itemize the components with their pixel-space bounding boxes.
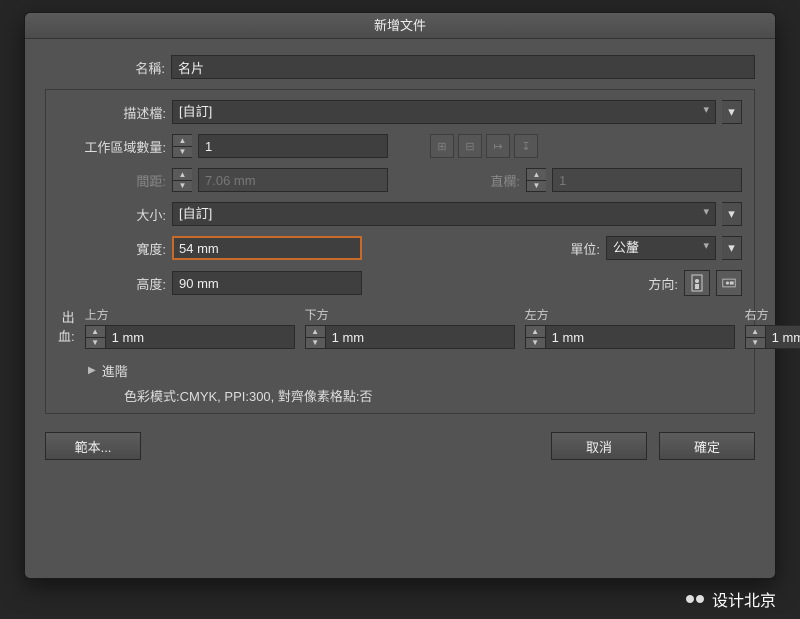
bleed-top-input[interactable] [105,325,295,349]
bleed-bottom-label: 下方 [305,306,515,323]
artboards-input[interactable] [198,134,388,158]
wechat-icon [686,595,704,603]
name-label: 名稱: [45,58,165,77]
advanced-summary: 色彩模式:CMYK, PPI:300, 對齊像素格點:否 [124,386,742,405]
bleed-bottom-stepper[interactable]: ▲▼ [305,325,325,349]
size-value: [自訂] [179,206,212,221]
bleed-right-label: 右方 [745,306,800,323]
portrait-icon [690,274,704,292]
profile-value: [自訂] [179,104,212,119]
dialog-content: 名稱: 描述檔: [自訂] ▾ 工作區域數量: ▲▼ ⊞ ⊟ [25,39,775,472]
orientation-portrait-button[interactable] [684,270,710,296]
spacing-label: 間距: [58,171,166,190]
columns-stepper: ▲▼ [526,168,546,192]
disclosure-triangle-icon: ▶ [88,365,96,376]
landscape-icon [722,274,736,292]
templates-button[interactable]: 範本... [45,432,141,460]
orientation-landscape-button[interactable] [716,270,742,296]
arrange-row-icon[interactable]: ↦ [486,134,510,158]
height-input[interactable] [172,271,362,295]
arrange-grid-col-icon[interactable]: ⊟ [458,134,482,158]
profile-dropdown[interactable]: [自訂] [172,100,716,124]
bleed-top-label: 上方 [85,306,295,323]
options-group: 描述檔: [自訂] ▾ 工作區域數量: ▲▼ ⊞ ⊟ ↦ ↧ [45,89,755,414]
bleed-right-input[interactable] [765,325,800,349]
arrange-grid-row-icon[interactable]: ⊞ [430,134,454,158]
artboards-stepper[interactable]: ▲▼ [172,134,192,158]
bleed-left-input[interactable] [545,325,735,349]
columns-input [552,168,742,192]
spacing-input [198,168,388,192]
bleed-right-stepper[interactable]: ▲▼ [745,325,765,349]
ok-button[interactable]: 確定 [659,432,755,460]
bleed-label: 出血: [58,307,75,349]
columns-label: 直欄: [470,171,520,190]
units-dropdown[interactable]: 公釐 [606,236,716,260]
bleed-bottom-input[interactable] [325,325,515,349]
arrange-col-icon[interactable]: ↧ [514,134,538,158]
size-dropdown-button[interactable]: ▾ [722,202,742,226]
units-label: 單位: [550,239,600,258]
arrange-buttons: ⊞ ⊟ ↦ ↧ [430,134,538,158]
name-input[interactable] [171,55,755,79]
new-document-dialog: 新增文件 名稱: 描述檔: [自訂] ▾ 工作區域數量: ▲▼ [24,12,776,579]
bleed-top-stepper[interactable]: ▲▼ [85,325,105,349]
size-dropdown[interactable]: [自訂] [172,202,716,226]
size-label: 大小: [58,205,166,224]
units-dropdown-button[interactable]: ▾ [722,236,742,260]
units-value: 公釐 [613,240,639,255]
advanced-disclosure[interactable]: ▶ 進階 [88,361,742,380]
width-label: 寬度: [58,239,166,258]
bleed-left-label: 左方 [525,306,735,323]
orientation-label: 方向: [628,274,678,293]
cancel-button[interactable]: 取消 [551,432,647,460]
watermark: 设计北京 [686,587,776,611]
height-label: 高度: [58,274,166,293]
dialog-title: 新增文件 [25,13,775,39]
advanced-label: 進階 [102,361,128,380]
artboards-label: 工作區域數量: [58,137,166,156]
profile-label: 描述檔: [58,103,166,122]
watermark-text: 设计北京 [712,587,776,611]
profile-dropdown-button[interactable]: ▾ [722,100,742,124]
spacing-stepper: ▲▼ [172,168,192,192]
width-input[interactable] [172,236,362,260]
bleed-left-stepper[interactable]: ▲▼ [525,325,545,349]
